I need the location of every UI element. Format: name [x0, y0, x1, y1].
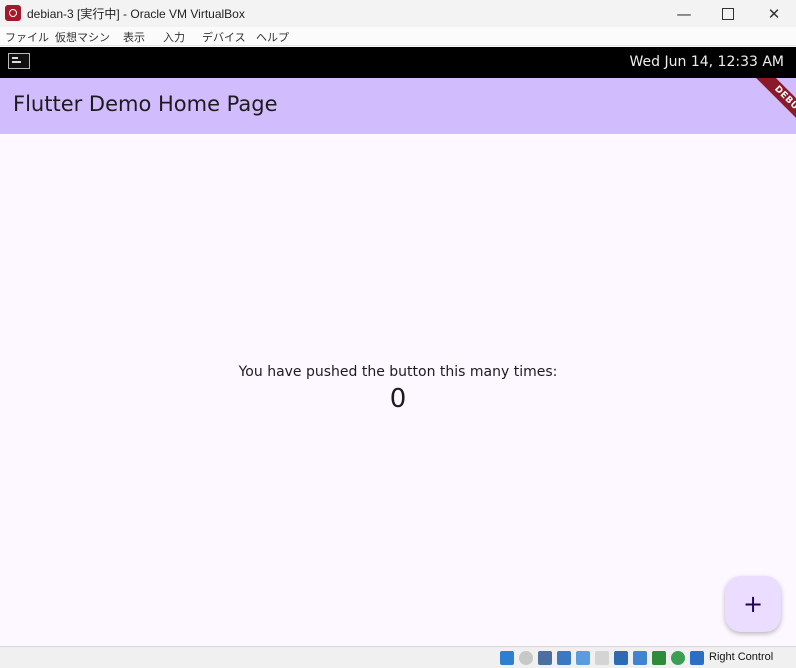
display-icon[interactable] [614, 651, 628, 665]
terminal-icon[interactable] [8, 53, 30, 69]
close-button[interactable]: ✕ [752, 0, 796, 27]
menu-machine[interactable]: 仮想マシン [55, 29, 110, 45]
virtualbox-logo-icon [5, 5, 21, 21]
close-icon: ✕ [767, 4, 781, 23]
optical-drive-icon[interactable] [519, 651, 533, 665]
hard-disk-icon[interactable] [500, 651, 514, 665]
mouse-integration-icon[interactable] [690, 651, 704, 665]
menu-view[interactable]: 表示 [123, 29, 145, 45]
recording-icon[interactable] [652, 651, 666, 665]
page-title: Flutter Demo Home Page [13, 92, 278, 116]
shared-folders-icon[interactable] [595, 651, 609, 665]
minimize-button[interactable]: — [662, 0, 706, 27]
menu-file[interactable]: ファイル [5, 29, 49, 45]
maximize-button[interactable] [706, 0, 750, 27]
cpu-icon[interactable] [671, 651, 685, 665]
menu-input[interactable]: 入力 [163, 29, 185, 45]
debug-banner: DEBUG [752, 78, 796, 134]
usb-icon[interactable] [576, 651, 590, 665]
app-bar: Flutter Demo Home Page DEBUG [0, 78, 796, 134]
video-capture-icon[interactable] [633, 651, 647, 665]
maximize-icon [722, 7, 734, 20]
menu-devices[interactable]: デバイス [202, 29, 246, 45]
counter-value: 0 [389, 384, 407, 414]
menu-bar: ファイル 仮想マシン 表示 入力 デバイス ヘルプ [0, 27, 796, 46]
guest-clock[interactable]: Wed Jun 14, 12:33 AM [630, 54, 784, 70]
minimize-icon: — [676, 4, 692, 23]
plus-icon: + [742, 590, 764, 618]
audio-icon[interactable] [538, 651, 552, 665]
increment-button[interactable]: + [725, 576, 781, 632]
menu-help[interactable]: ヘルプ [256, 29, 289, 45]
network-icon[interactable] [557, 651, 571, 665]
vm-status-bar: Right Control [0, 646, 796, 668]
window-title: debian-3 [実行中] - Oracle VM VirtualBox [27, 7, 245, 21]
counter-label: You have pushed the button this many tim… [238, 364, 558, 380]
host-key-label: Right Control [709, 651, 774, 663]
